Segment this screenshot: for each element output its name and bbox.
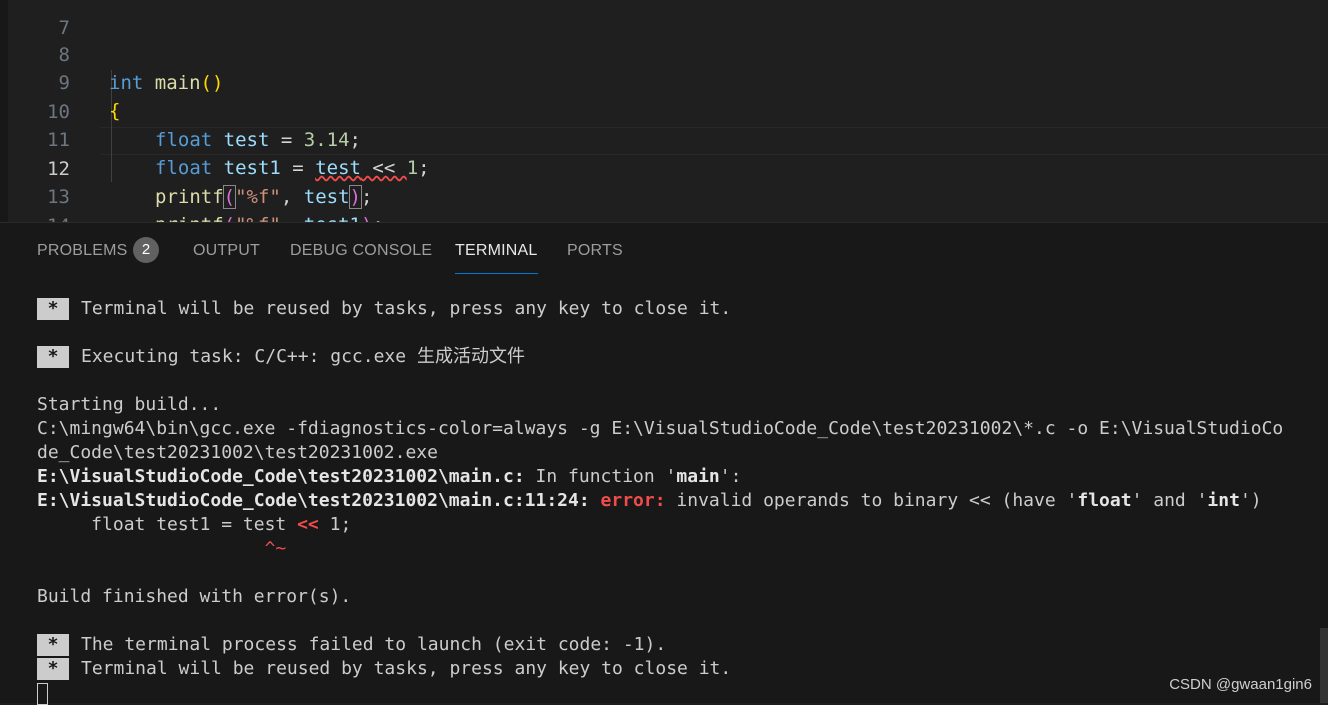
panel-tabs: PROBLEMS 2 OUTPUT DEBUG CONSOLE TERMINAL… (0, 223, 1328, 277)
code-line: 11 float test1 = test << 1; (0, 98, 1328, 179)
code-line: 8 int main() (0, 13, 1328, 94)
tab-debug-console[interactable]: DEBUG CONSOLE (290, 241, 432, 269)
terminal-line: E:\VisualStudioCode_Code\test20231002\ma… (37, 466, 742, 487)
terminal-line: C:\mingw64\bin\gcc.exe -fdiagnostics-col… (37, 418, 1284, 439)
terminal-line: Starting build... (37, 394, 222, 415)
code-line: 13 printf("%f", test1); (0, 155, 1328, 222)
code-line: 10 float test = 3.14; (0, 70, 1328, 151)
terminal-line: * The terminal process failed to launch (… (37, 633, 666, 657)
task-star-marker: * (37, 658, 69, 680)
task-star-marker: * (37, 298, 69, 320)
tab-terminal[interactable]: TERMINAL (455, 241, 538, 274)
code-line: 9 { (0, 41, 1328, 122)
code-editor[interactable]: 7 8 int main() 9 { 10 float test = 3.14;… (0, 0, 1328, 222)
terminal-line: Build finished with error(s). (37, 586, 352, 607)
terminal-line: * Terminal will be reused by tasks, press… (37, 657, 731, 681)
terminal-line: * Terminal will be reused by tasks, press… (37, 297, 731, 321)
terminal-scrollbar[interactable] (1320, 628, 1328, 703)
tab-ports[interactable]: PORTS (567, 241, 623, 269)
code-line: 12 printf("%f", test); (0, 127, 1328, 209)
tab-problems[interactable]: PROBLEMS (37, 241, 128, 269)
tab-output[interactable]: OUTPUT (193, 241, 260, 269)
terminal-line: de_Code\test20231002\test20231002.exe (37, 442, 438, 463)
code-line: 7 (0, 0, 1328, 39)
code-line: 14 } (0, 184, 1328, 222)
task-star-marker: * (37, 346, 69, 368)
terminal-line: float test1 = test << 1; (37, 514, 352, 535)
problems-count-badge: 2 (133, 237, 159, 263)
bottom-panel: PROBLEMS 2 OUTPUT DEBUG CONSOLE TERMINAL… (0, 222, 1328, 705)
task-star-marker: * (37, 634, 69, 656)
terminal-caret-line: ^~ (37, 538, 287, 559)
code-line: 15 (0, 211, 1328, 222)
terminal-error-line: E:\VisualStudioCode_Code\test20231002\ma… (37, 490, 1262, 511)
watermark: CSDN @gwaan1gin6 (1169, 676, 1312, 693)
terminal-line: * Executing task: C/C++: gcc.exe 生成活动文件 (37, 345, 525, 369)
